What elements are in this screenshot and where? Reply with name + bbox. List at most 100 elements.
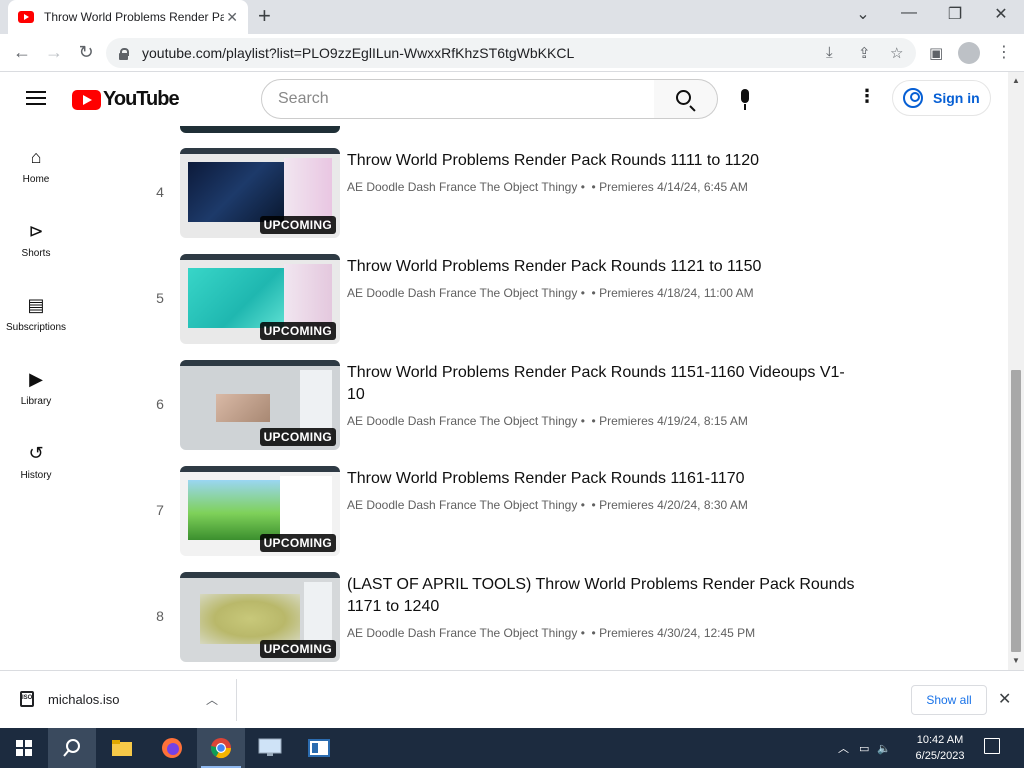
notifications-icon[interactable] <box>984 738 1000 754</box>
browser-tab-strip: Throw World Problems Render Pack ✕ + ⌄ —… <box>0 0 1024 34</box>
premiere-date: Premieres 4/19/24, 8:15 AM <box>599 414 748 428</box>
address-bar[interactable]: youtube.com/playlist?list=PLO9zzEglILun-… <box>106 38 916 68</box>
browser-tab[interactable]: Throw World Problems Render Pack ✕ <box>8 0 248 34</box>
channel-name[interactable]: AE Doodle Dash France The Object Thingy <box>347 180 577 194</box>
scrollbar-thumb[interactable] <box>1011 370 1021 652</box>
taskbar-chrome[interactable] <box>197 728 245 768</box>
channel-name[interactable]: AE Doodle Dash France The Object Thingy <box>347 498 577 512</box>
page-scrollbar[interactable]: ▲ ▼ <box>1008 72 1024 670</box>
sign-in-label: Sign in <box>933 90 980 106</box>
premiere-date: Premieres 4/18/24, 11:00 AM <box>599 286 754 300</box>
youtube-favicon-icon <box>18 11 34 23</box>
download-item[interactable]: ISO michalos.iso <box>20 691 120 707</box>
search-icon <box>63 739 80 757</box>
channel-name[interactable]: AE Doodle Dash France The Object Thingy <box>347 414 577 428</box>
network-icon[interactable]: ▭ <box>859 742 869 755</box>
show-all-button[interactable]: Show all <box>911 685 987 715</box>
tab-close-icon[interactable]: ✕ <box>226 9 238 26</box>
upcoming-badge: UPCOMING <box>259 534 336 552</box>
youtube-wordmark: YouTube <box>103 88 180 110</box>
taskbar-search-button[interactable] <box>48 728 96 768</box>
video-meta: AE Doodle Dash France The Object Thingy … <box>347 498 748 512</box>
video-title[interactable]: Throw World Problems Render Pack Rounds … <box>347 150 857 172</box>
playlist-row[interactable]: 4 UPCOMING Throw World Problems Render P… <box>140 148 880 244</box>
taskbar-file-explorer[interactable] <box>98 728 146 768</box>
show-hidden-icons-chevron-icon[interactable]: ︿ <box>838 740 849 756</box>
install-icon[interactable]: ⤓ <box>826 44 833 61</box>
reload-icon[interactable]: ↻ <box>75 42 97 62</box>
video-title[interactable]: Throw World Problems Render Pack Rounds … <box>347 256 857 278</box>
playlist-row[interactable]: 6 UPCOMING Throw World Problems Render P… <box>140 360 880 456</box>
premiere-date: Premieres 4/14/24, 6:45 AM <box>599 180 748 194</box>
forward-arrow-icon[interactable]: → <box>43 42 65 62</box>
settings-kebab-icon[interactable]: ⋮ <box>858 86 876 107</box>
taskbar-firefox[interactable] <box>148 728 196 768</box>
windows-taskbar: ︿ ▭ 🔈 10:42 AM 6/25/2023 <box>0 728 1024 768</box>
profile-avatar[interactable] <box>958 42 980 64</box>
video-title[interactable]: Throw World Problems Render Pack Rounds … <box>347 362 857 406</box>
thumbnail-art <box>188 480 284 540</box>
voice-search-mic-icon[interactable] <box>738 89 752 111</box>
sign-in-button[interactable]: Sign in <box>892 80 991 116</box>
start-button[interactable] <box>0 728 48 768</box>
thumbnail-art <box>200 594 300 644</box>
search-button[interactable] <box>654 79 718 119</box>
volume-muted-icon[interactable]: 🔈 <box>877 742 891 755</box>
upcoming-badge: UPCOMING <box>259 216 336 234</box>
video-thumbnail[interactable]: UPCOMING <box>180 254 340 344</box>
previous-video-thumbnail[interactable] <box>180 126 340 133</box>
video-thumbnail[interactable]: UPCOMING <box>180 572 340 662</box>
upcoming-badge: UPCOMING <box>259 640 336 658</box>
video-meta: AE Doodle Dash France The Object Thingy … <box>347 626 756 640</box>
youtube-logo[interactable]: YouTube <box>72 88 180 111</box>
browser-toolbar: ← → ↻ youtube.com/playlist?list=PLO9zzEg… <box>0 34 1024 72</box>
search-icon <box>676 90 691 105</box>
search-input[interactable]: Search <box>261 79 655 119</box>
clock-date: 6/25/2023 <box>915 750 965 762</box>
lock-icon <box>118 47 129 60</box>
system-tray: ︿ ▭ 🔈 <box>838 728 891 768</box>
scroll-up-arrow-icon[interactable]: ▲ <box>1012 76 1020 85</box>
restore-button[interactable]: ❐ <box>943 4 967 24</box>
back-arrow-icon[interactable]: ← <box>11 42 33 62</box>
chrome-menu-icon[interactable]: ⋮ <box>996 42 1012 62</box>
download-filename: michalos.iso <box>48 691 120 707</box>
video-meta: AE Doodle Dash France The Object Thingy … <box>347 180 748 194</box>
playlist-video-list: 4 UPCOMING Throw World Problems Render P… <box>0 126 1008 670</box>
taskbar-clock[interactable]: 10:42 AM 6/25/2023 <box>912 732 968 764</box>
premiere-date: Premieres 4/20/24, 8:30 AM <box>599 498 748 512</box>
monitor-icon <box>258 738 282 756</box>
video-index: 7 <box>156 502 164 518</box>
new-tab-button[interactable]: + <box>258 5 271 27</box>
chevron-up-icon[interactable]: ︿ <box>206 691 218 708</box>
video-meta: AE Doodle Dash France The Object Thingy … <box>347 286 754 300</box>
video-index: 8 <box>156 608 164 624</box>
scroll-down-arrow-icon[interactable]: ▼ <box>1012 656 1020 665</box>
video-index: 4 <box>156 184 164 200</box>
share-icon[interactable]: ⇪ <box>858 44 871 62</box>
video-title[interactable]: (LAST OF APRIL TOOLS) Throw World Proble… <box>347 574 857 618</box>
video-title[interactable]: Throw World Problems Render Pack Rounds … <box>347 468 857 490</box>
hamburger-menu-icon[interactable] <box>26 91 46 105</box>
download-shelf: ISO michalos.iso ︿ Show all ✕ <box>0 670 1024 728</box>
playlist-row[interactable]: 5 UPCOMING Throw World Problems Render P… <box>140 254 880 350</box>
side-panel-icon[interactable]: ▣ <box>929 44 943 62</box>
playlist-row[interactable]: 8 UPCOMING (LAST OF APRIL TOOLS) Throw W… <box>140 572 880 668</box>
close-download-shelf-icon[interactable]: ✕ <box>998 689 1011 709</box>
video-thumbnail[interactable]: UPCOMING <box>180 148 340 238</box>
folder-icon <box>112 740 132 756</box>
channel-name[interactable]: AE Doodle Dash France The Object Thingy <box>347 626 577 640</box>
taskbar-app[interactable] <box>295 728 343 768</box>
bookmark-star-icon[interactable]: ☆ <box>890 44 903 62</box>
video-index: 6 <box>156 396 164 412</box>
close-window-button[interactable]: ✕ <box>989 4 1013 24</box>
chrome-icon <box>210 738 232 759</box>
taskbar-remote-desktop[interactable] <box>246 728 294 768</box>
minimize-button[interactable]: — <box>897 4 921 22</box>
channel-name[interactable]: AE Doodle Dash France The Object Thingy <box>347 286 577 300</box>
playlist-row[interactable]: 7 UPCOMING Throw World Problems Render P… <box>140 466 880 562</box>
video-meta: AE Doodle Dash France The Object Thingy … <box>347 414 748 428</box>
video-thumbnail[interactable]: UPCOMING <box>180 360 340 450</box>
tab-search-icon[interactable]: ⌄ <box>851 4 875 24</box>
video-thumbnail[interactable]: UPCOMING <box>180 466 340 556</box>
